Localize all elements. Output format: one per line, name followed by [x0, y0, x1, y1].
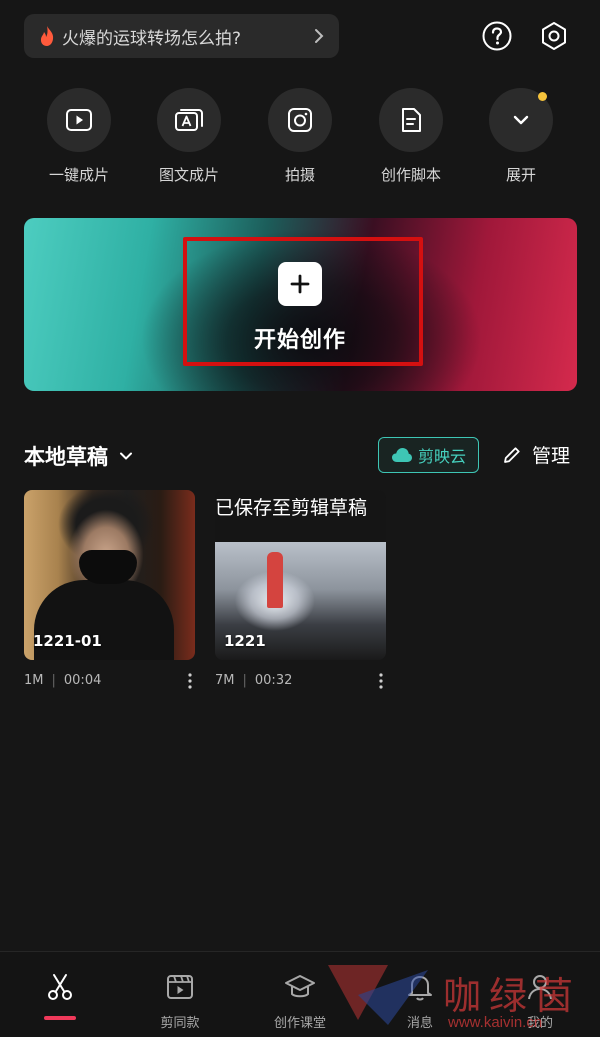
hot-topic-text: 火爆的运球转场怎么拍? [62, 28, 242, 49]
clapperboard-icon [167, 975, 193, 999]
nav-item-templates[interactable]: 剪同款 [120, 970, 240, 1031]
chevron-right-icon [315, 29, 324, 43]
plus-icon [290, 274, 310, 294]
draft-duration: 00:32 [254, 673, 293, 688]
nav-item-edit[interactable] [0, 970, 120, 1004]
quick-action-text-to-video[interactable]: 图文成片 [134, 88, 244, 185]
nav-label: 剪同款 [160, 1016, 200, 1031]
draft-size: 1M [24, 673, 44, 688]
start-creation-button[interactable] [278, 262, 322, 306]
quick-action-circle [379, 88, 443, 152]
cloud-button[interactable]: 剪映云 [378, 437, 479, 473]
meta-separator: | [51, 673, 56, 688]
draft-meta: 7M | 00:32 [215, 673, 292, 688]
quick-action-circle [489, 88, 553, 152]
local-drafts-dropdown[interactable]: 本地草稿 [24, 441, 134, 471]
quick-action-label: 拍摄 [284, 166, 315, 184]
manage-button-label: 管理 [532, 445, 571, 467]
chevron-down-icon [120, 452, 132, 460]
quick-action-shoot[interactable]: 拍摄 [245, 88, 355, 185]
quick-actions-row: 一键成片 图文成片 拍摄 创作脚本 展开 [0, 88, 600, 188]
edit-icon [504, 446, 520, 463]
draft-duration: 00:04 [63, 673, 102, 688]
quick-action-script[interactable]: 创作脚本 [356, 88, 466, 185]
quick-action-label: 一键成片 [48, 166, 109, 184]
quick-action-expand[interactable]: 展开 [466, 88, 576, 185]
quick-action-label: 图文成片 [158, 166, 219, 184]
draft-size: 7M [215, 673, 235, 688]
settings-icon[interactable] [538, 20, 570, 52]
quick-action-circle [157, 88, 221, 152]
thumbnail-mask [79, 550, 137, 584]
more-options-icon[interactable] [187, 672, 193, 690]
cloud-icon [391, 448, 412, 462]
quick-action-label: 创作脚本 [380, 166, 441, 184]
chevron-down-icon [513, 115, 529, 125]
watermark-url: www.kaivin.cn [448, 1014, 543, 1031]
graduation-cap-icon [285, 975, 315, 998]
quick-action-label: 展开 [505, 166, 536, 184]
saved-toast-text: 已保存至剪辑草稿 [215, 497, 368, 519]
watermark-text: 咖绿茵 [443, 974, 582, 1018]
quick-action-circle [47, 88, 111, 152]
text-image-icon [175, 109, 203, 131]
manage-button[interactable]: 管理 [502, 441, 570, 468]
notification-dot [538, 92, 547, 101]
cloud-button-label: 剪映云 [417, 447, 466, 466]
quick-action-one-click[interactable]: 一键成片 [24, 88, 134, 185]
draft-meta: 1M | 00:04 [24, 673, 101, 688]
script-icon [402, 108, 421, 132]
hot-topic-search-bar[interactable]: 火爆的运球转场怎么拍? [24, 14, 339, 58]
play-box-icon [66, 109, 92, 131]
more-options-icon[interactable] [378, 672, 384, 690]
thumbnail-performer [267, 552, 283, 608]
quick-action-circle [268, 88, 332, 152]
local-drafts-title: 本地草稿 [24, 445, 108, 469]
draft-title: 1221 [224, 632, 266, 650]
flame-icon [40, 26, 54, 46]
scissors-icon [48, 974, 72, 1000]
start-creation-label: 开始创作 [253, 328, 346, 353]
watermark-logo [328, 965, 428, 1025]
camera-icon [288, 108, 312, 132]
meta-separator: | [242, 673, 247, 688]
nav-active-indicator [44, 1016, 76, 1020]
draft-title: 1221-01 [33, 632, 102, 650]
draft-card[interactable]: 1221-01 [24, 490, 195, 660]
help-icon[interactable] [481, 20, 513, 52]
